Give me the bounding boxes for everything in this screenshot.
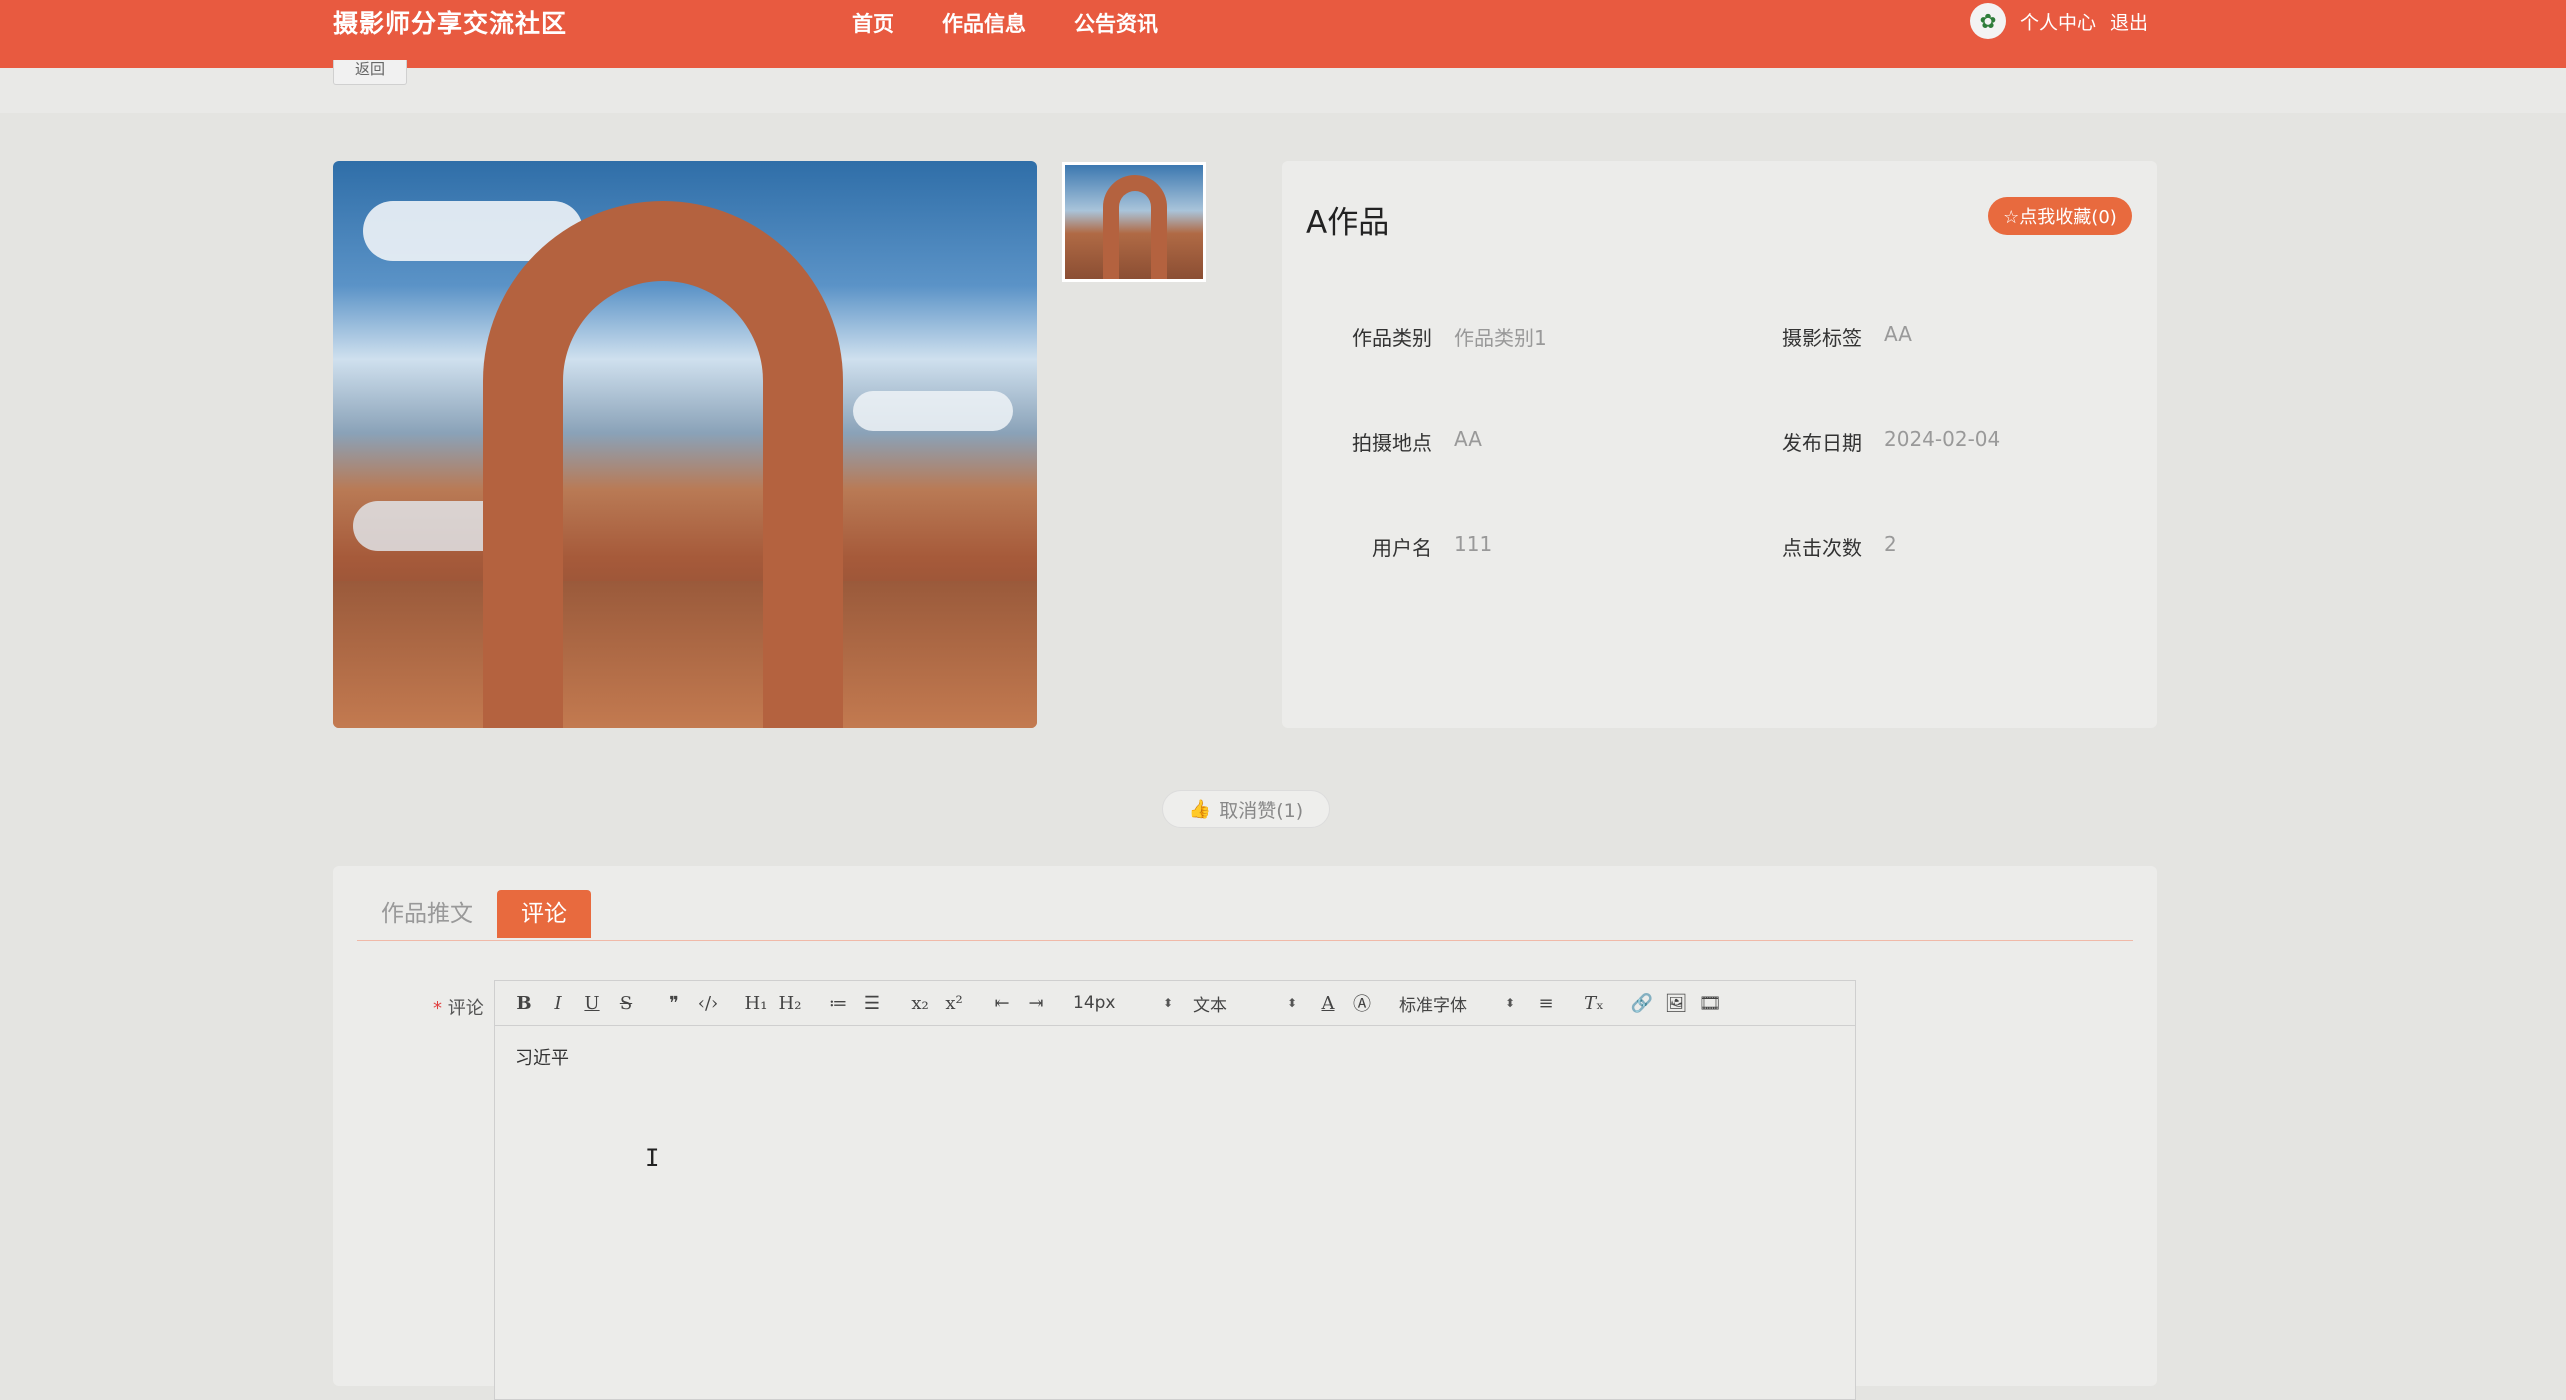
indent-icon[interactable]: ⇥ [1019,993,1053,1014]
field-label: 作品类别 [1352,326,1432,350]
code-block-icon[interactable]: ‹/› [691,993,725,1014]
photo-arch [483,201,843,728]
clear-format-icon[interactable]: Tₓ [1577,993,1611,1014]
link-icon[interactable]: 🔗 [1625,993,1659,1014]
strike-button[interactable]: S [609,993,643,1014]
chevron-updown-icon: ⬍ [1162,996,1173,1010]
field-location: 拍摄地点 AA [1307,427,1482,456]
comment-label-text: 评论 [447,998,484,1019]
thumbs-up-icon: 👍 [1188,798,1212,820]
nav-works[interactable]: 作品信息 [942,8,1026,38]
video-icon[interactable]: 🎞 [1693,993,1727,1014]
field-value: AA [1884,322,1912,346]
nav-news[interactable]: 公告资讯 [1074,8,1158,38]
content-card: 作品推文 评论 * 评论 B I U S ❞ ‹/› H₁ H₂ ≔ ☰ x₂ … [333,866,2157,1400]
field-label: 摄影标签 [1782,326,1862,350]
work-title: A作品 [1306,205,1390,241]
user-box: ✿ 个人中心 退出 [1970,3,2148,39]
heading2-button[interactable]: H₂ [773,993,807,1014]
superscript-button[interactable]: x² [937,993,971,1014]
field-label: 拍摄地点 [1352,431,1432,455]
chevron-updown-icon: ⬍ [1504,996,1515,1010]
like-label: 取消赞(1) [1219,799,1304,822]
thumb-arch [1103,175,1167,279]
tab-comments[interactable]: 评论 [497,890,591,938]
field-value: AA [1454,427,1482,451]
font-family-value: 标准字体 [1399,995,1467,1016]
font-size-value: 14px [1073,993,1116,1013]
favorite-label: ☆点我收藏(0) [2003,207,2117,228]
photo-thumbnail[interactable] [1062,162,1206,282]
subscript-button[interactable]: x₂ [903,993,937,1014]
field-value: 2024-02-04 [1884,427,2001,451]
main-photo[interactable] [333,161,1037,728]
font-color-icon[interactable]: A [1311,993,1345,1014]
italic-button[interactable]: I [541,993,575,1014]
background-color-icon[interactable]: Ⓐ [1345,990,1379,1016]
bold-button[interactable]: B [507,993,541,1014]
underline-button[interactable]: U [575,993,609,1014]
required-mark: * [433,998,442,1019]
favorite-button[interactable]: ☆点我收藏(0) [1988,197,2132,235]
user-center-link[interactable]: 个人中心 [2020,8,2096,35]
image-icon[interactable]: 🖼 [1659,993,1693,1014]
logout-link[interactable]: 退出 [2110,8,2148,35]
field-tag: 摄影标签 AA [1737,322,1912,351]
align-icon[interactable]: ≡ [1529,993,1563,1014]
editor-toolbar: B I U S ❞ ‹/› H₁ H₂ ≔ ☰ x₂ x² ⇤ ⇥ 14px ⬍… [495,981,1855,1026]
comment-field-label: * 评论 [433,994,484,1020]
site-brand[interactable]: 摄影师分享交流社区 [333,4,567,40]
field-label: 发布日期 [1782,431,1862,455]
tab-bar: 作品推文 评论 [357,890,2133,941]
field-category: 作品类别 作品类别1 [1307,322,1547,351]
back-button[interactable]: 返回 [333,60,407,85]
font-size-select[interactable]: 14px ⬍ [1073,993,1173,1013]
rich-text-editor: B I U S ❞ ‹/› H₁ H₂ ≔ ☰ x₂ x² ⇤ ⇥ 14px ⬍… [494,980,1856,1400]
heading1-button[interactable]: H₁ [739,993,773,1014]
avatar[interactable]: ✿ [1970,3,2006,39]
field-label: 点击次数 [1782,536,1862,560]
field-label: 用户名 [1372,536,1432,560]
photo-cloud [853,391,1013,431]
ordered-list-icon[interactable]: ≔ [821,993,855,1014]
font-family-select[interactable]: 标准字体 ⬍ [1399,991,1515,1016]
field-value: 111 [1454,532,1493,556]
field-value: 作品类别1 [1454,326,1547,350]
header-type-select[interactable]: 文本 ⬍ [1193,991,1297,1016]
field-username: 用户名 111 [1307,532,1492,561]
top-navigation-bar: 摄影师分享交流社区 首页 作品信息 公告资讯 ✿ 个人中心 退出 [0,0,2566,68]
blockquote-icon[interactable]: ❞ [657,993,691,1014]
nav-home[interactable]: 首页 [852,8,894,38]
unlike-button[interactable]: 👍 取消赞(1) [1162,790,1330,828]
main-nav: 首页 作品信息 公告资讯 [852,8,1158,38]
header-type-value: 文本 [1193,995,1227,1016]
outdent-icon[interactable]: ⇤ [985,993,1019,1014]
field-clicks: 点击次数 2 [1737,532,1897,561]
chevron-updown-icon: ⬍ [1286,996,1297,1010]
field-date: 发布日期 2024-02-04 [1737,427,2000,456]
bullet-list-icon[interactable]: ☰ [855,993,889,1014]
tab-article[interactable]: 作品推文 [357,890,497,938]
editor-content[interactable]: 习近平 [495,1026,1855,1088]
work-info-panel: A作品 ☆点我收藏(0) 作品类别 作品类别1 摄影标签 AA 拍摄地点 AA … [1282,161,2157,728]
field-value: 2 [1884,532,1897,556]
text-cursor-icon: I [645,1144,660,1172]
